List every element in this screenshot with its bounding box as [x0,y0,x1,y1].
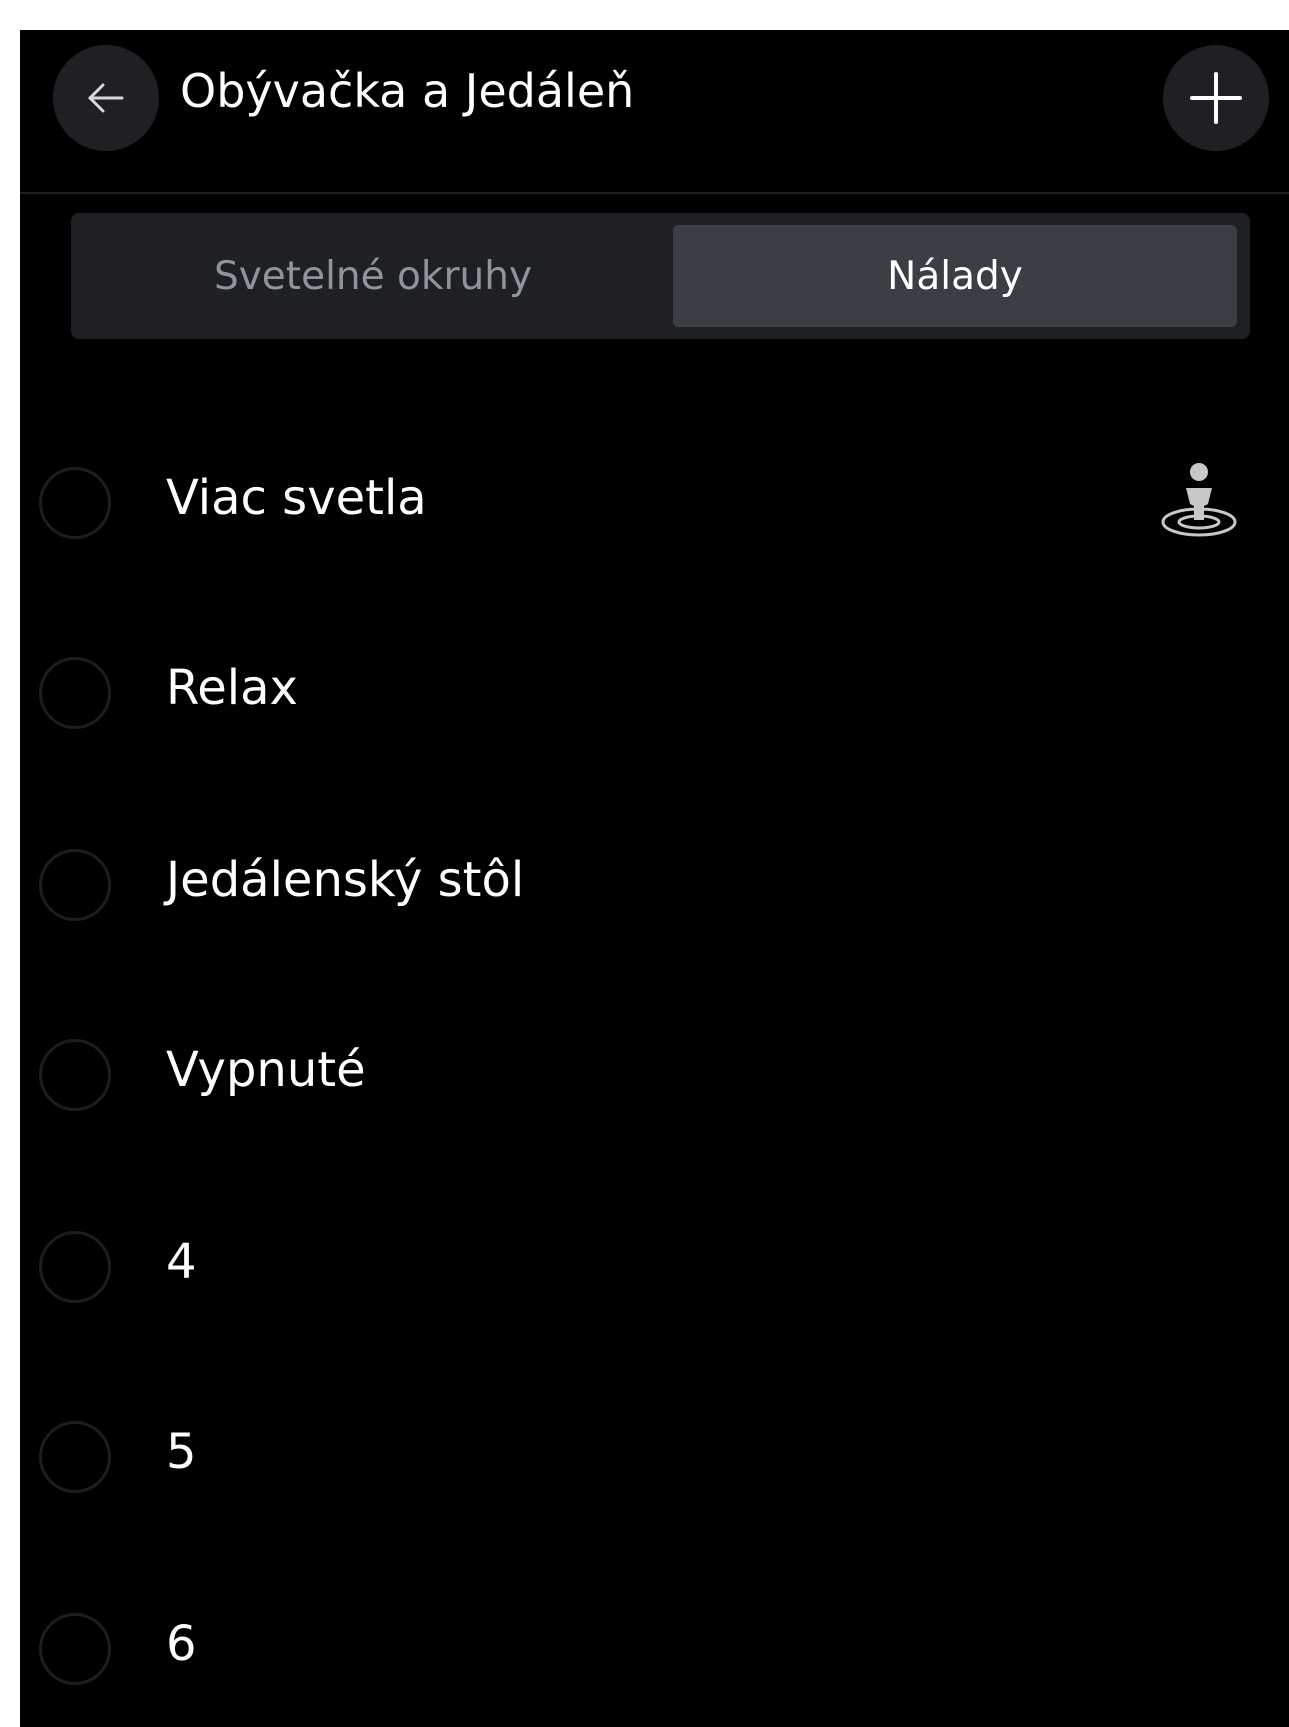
radio-button[interactable] [39,1039,111,1111]
radio-button[interactable] [39,1613,111,1685]
tab-moods[interactable]: Nálady [673,225,1237,327]
radio-button[interactable] [39,467,111,539]
list-item[interactable]: Jedálenský stôl [20,812,1289,962]
add-button[interactable] [1163,45,1269,151]
radio-button[interactable] [39,1231,111,1303]
mood-label: Jedálenský stôl [166,852,525,908]
app-screen: Obývačka a Jedáleň Svetelné okruhy Nálad… [20,30,1289,1727]
mood-label: 5 [166,1424,197,1480]
mood-label: 6 [166,1616,197,1672]
list-item[interactable]: 4 [20,1194,1289,1344]
mood-label: 4 [166,1234,197,1290]
header-bar: Obývačka a Jedáleň [20,30,1289,194]
list-item[interactable]: Relax [20,620,1289,770]
radio-button[interactable] [39,657,111,729]
list-item[interactable]: 6 [20,1576,1289,1726]
radio-button[interactable] [39,1421,111,1493]
tab-light-circuits[interactable]: Svetelné okruhy [81,225,665,327]
list-item[interactable]: 5 [20,1384,1289,1534]
arrow-left-icon [84,76,128,120]
mood-label: Vypnuté [166,1042,366,1098]
mood-label: Viac svetla [166,470,427,526]
mood-label: Relax [166,660,298,716]
list-item[interactable]: Vypnuté [20,1002,1289,1152]
tab-bar: Svetelné okruhy Nálady [71,213,1250,339]
presence-person-icon [1158,460,1240,542]
list-item[interactable]: Viac svetla [20,430,1289,580]
plus-icon [1188,70,1244,126]
radio-button[interactable] [39,849,111,921]
page-title: Obývačka a Jedáleň [180,64,635,118]
back-button[interactable] [53,45,159,151]
